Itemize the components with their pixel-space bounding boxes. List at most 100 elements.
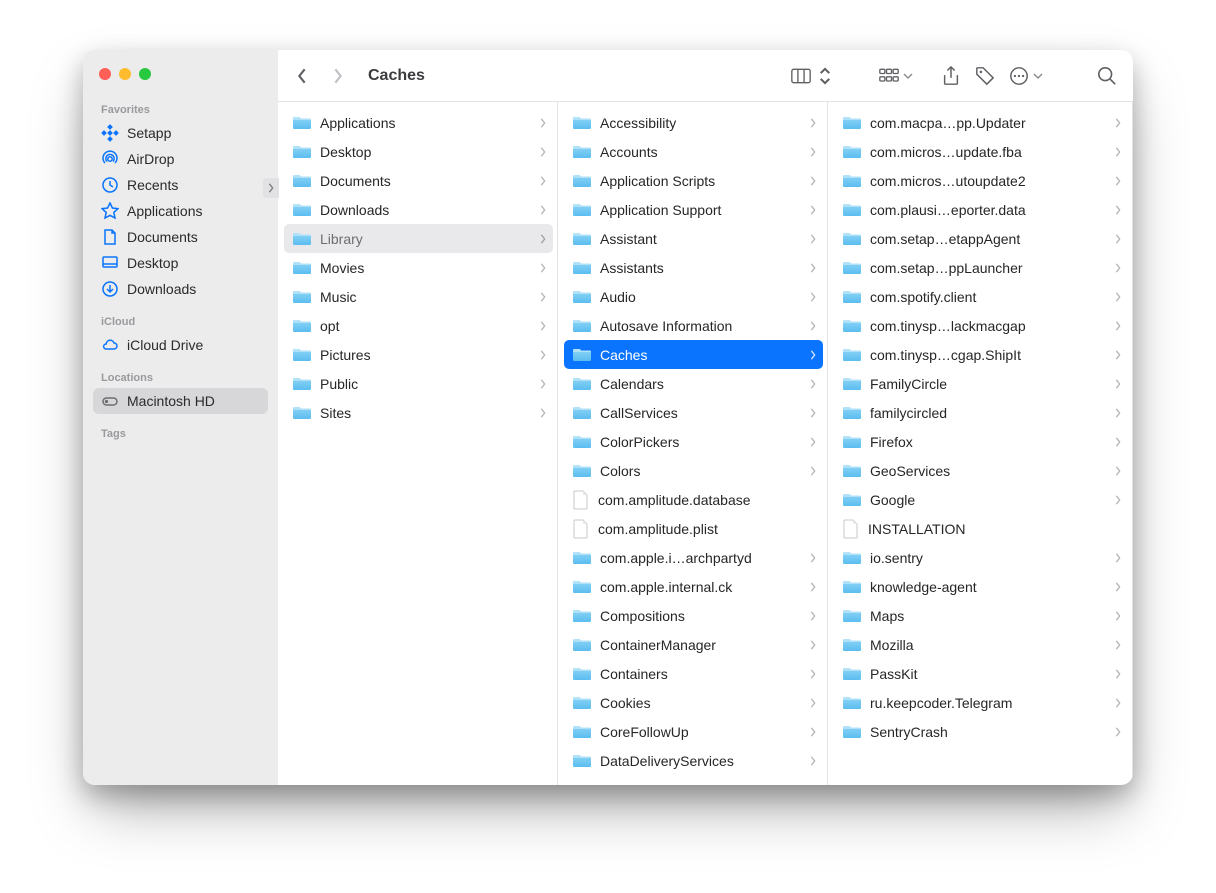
folder-row[interactable]: Music	[284, 282, 553, 311]
folder-row[interactable]: com.tinysp…lackmacgap	[834, 311, 1128, 340]
folder-row[interactable]: com.setap…ppLauncher	[834, 253, 1128, 282]
folder-row[interactable]: com.apple.internal.ck	[564, 572, 823, 601]
row-label: Applications	[320, 115, 531, 131]
folder-icon	[572, 637, 592, 653]
folder-row[interactable]: com.micros…update.fba	[834, 137, 1128, 166]
sidebar-item-desktop[interactable]: Desktop	[93, 250, 268, 276]
folder-row[interactable]: Audio	[564, 282, 823, 311]
minimize-window-button[interactable]	[119, 68, 131, 80]
folder-row[interactable]: SentryCrash	[834, 717, 1128, 746]
column-2[interactable]: AccessibilityAccountsApplication Scripts…	[558, 102, 828, 785]
folder-row[interactable]: familycircled	[834, 398, 1128, 427]
folder-icon	[572, 347, 592, 363]
folder-row[interactable]: com.tinysp…cgap.ShipIt	[834, 340, 1128, 369]
folder-row[interactable]: com.apple.i…archpartyd	[564, 543, 823, 572]
folder-row[interactable]: Documents	[284, 166, 553, 195]
folder-row[interactable]: Mozilla	[834, 630, 1128, 659]
folder-row[interactable]: com.micros…utoupdate2	[834, 166, 1128, 195]
folder-icon	[572, 550, 592, 566]
folder-row[interactable]: CoreFollowUp	[564, 717, 823, 746]
column-1[interactable]: Applications DesktopDocumentsDownloadsLib…	[278, 102, 558, 785]
group-by-button[interactable]	[879, 66, 913, 86]
folder-icon	[292, 144, 312, 160]
sidebar-item-macintosh-hd[interactable]: Macintosh HD	[93, 388, 268, 414]
row-label: Firefox	[870, 434, 1106, 450]
folder-row[interactable]: ColorPickers	[564, 427, 823, 456]
tags-button[interactable]	[975, 66, 995, 86]
folder-row[interactable]: Applications	[284, 108, 553, 137]
folder-row[interactable]: DataDeliveryServices	[564, 746, 823, 775]
folder-row[interactable]: com.plausi…eporter.data	[834, 195, 1128, 224]
row-label: Assistant	[600, 231, 801, 247]
sidebar-collapse-handle[interactable]	[263, 178, 279, 198]
folder-row[interactable]: Firefox	[834, 427, 1128, 456]
more-actions-button[interactable]	[1009, 66, 1043, 86]
share-button[interactable]	[941, 66, 961, 86]
folder-row[interactable]: Caches	[564, 340, 823, 369]
folder-row[interactable]: Colors	[564, 456, 823, 485]
folder-row[interactable]: Public	[284, 369, 553, 398]
folder-icon	[842, 173, 862, 189]
folder-row[interactable]: ContainerManager	[564, 630, 823, 659]
file-row[interactable]: com.amplitude.database	[564, 485, 823, 514]
folder-icon	[292, 405, 312, 421]
nav-back-button[interactable]	[294, 68, 310, 84]
chevron-right-icon	[1114, 147, 1122, 157]
folder-icon	[842, 550, 862, 566]
folder-row[interactable]: Downloads	[284, 195, 553, 224]
folder-row[interactable]: Google	[834, 485, 1128, 514]
sidebar-item-applications[interactable]: Applications	[93, 198, 268, 224]
folder-row[interactable]: Containers	[564, 659, 823, 688]
folder-row[interactable]: Application Scripts	[564, 166, 823, 195]
folder-row[interactable]: FamilyCircle	[834, 369, 1128, 398]
folder-row[interactable]: com.setap…etappAgent	[834, 224, 1128, 253]
folder-row[interactable]: Sites	[284, 398, 553, 427]
search-button[interactable]	[1097, 66, 1117, 86]
sidebar-item-airdrop[interactable]: AirDrop	[93, 146, 268, 172]
folder-row[interactable]: Desktop	[284, 137, 553, 166]
row-label: com.plausi…eporter.data	[870, 202, 1106, 218]
file-row[interactable]: com.amplitude.plist	[564, 514, 823, 543]
folder-row[interactable]: Accessibility	[564, 108, 823, 137]
folder-row[interactable]: Assistant	[564, 224, 823, 253]
folder-row[interactable]: com.spotify.client	[834, 282, 1128, 311]
folder-row[interactable]: knowledge-agent	[834, 572, 1128, 601]
folder-row[interactable]: Maps	[834, 601, 1128, 630]
folder-row[interactable]: Library	[284, 224, 553, 253]
sidebar-item-icloud-drive[interactable]: iCloud Drive	[93, 332, 268, 358]
chevron-right-icon	[539, 118, 547, 128]
folder-row[interactable]: GeoServices	[834, 456, 1128, 485]
view-columns-button[interactable]	[791, 66, 835, 86]
folder-row[interactable]: Compositions	[564, 601, 823, 630]
folder-row[interactable]: Movies	[284, 253, 553, 282]
folder-icon	[842, 724, 862, 740]
nav-forward-button[interactable]	[330, 68, 346, 84]
zoom-window-button[interactable]	[139, 68, 151, 80]
folder-row[interactable]: com.macpa…pp.Updater	[834, 108, 1128, 137]
chevron-right-icon	[539, 205, 547, 215]
folder-row[interactable]: Application Support	[564, 195, 823, 224]
column-3[interactable]: com.macpa…pp.Updatercom.micros…update.fb…	[828, 102, 1133, 785]
folder-row[interactable]: Calendars	[564, 369, 823, 398]
folder-row[interactable]: Cookies	[564, 688, 823, 717]
close-window-button[interactable]	[99, 68, 111, 80]
chevron-right-icon	[1114, 176, 1122, 186]
folder-row[interactable]: Pictures	[284, 340, 553, 369]
folder-row[interactable]: CallServices	[564, 398, 823, 427]
sidebar-item-documents[interactable]: Documents	[93, 224, 268, 250]
chevron-right-icon	[539, 234, 547, 244]
folder-row[interactable]: PassKit	[834, 659, 1128, 688]
folder-row[interactable]: ru.keepcoder.Telegram	[834, 688, 1128, 717]
column-browser: Applications DesktopDocumentsDownloadsLib…	[278, 102, 1133, 785]
folder-icon	[842, 289, 862, 305]
folder-row[interactable]: io.sentry	[834, 543, 1128, 572]
folder-row[interactable]: opt	[284, 311, 553, 340]
sidebar-item-recents[interactable]: Recents	[93, 172, 268, 198]
sidebar-item-setapp[interactable]: Setapp	[93, 120, 268, 146]
file-row[interactable]: INSTALLATION	[834, 514, 1128, 543]
folder-row[interactable]: Accounts	[564, 137, 823, 166]
folder-row[interactable]: Assistants	[564, 253, 823, 282]
chevron-right-icon	[809, 350, 817, 360]
folder-row[interactable]: Autosave Information	[564, 311, 823, 340]
sidebar-item-downloads[interactable]: Downloads	[93, 276, 268, 302]
